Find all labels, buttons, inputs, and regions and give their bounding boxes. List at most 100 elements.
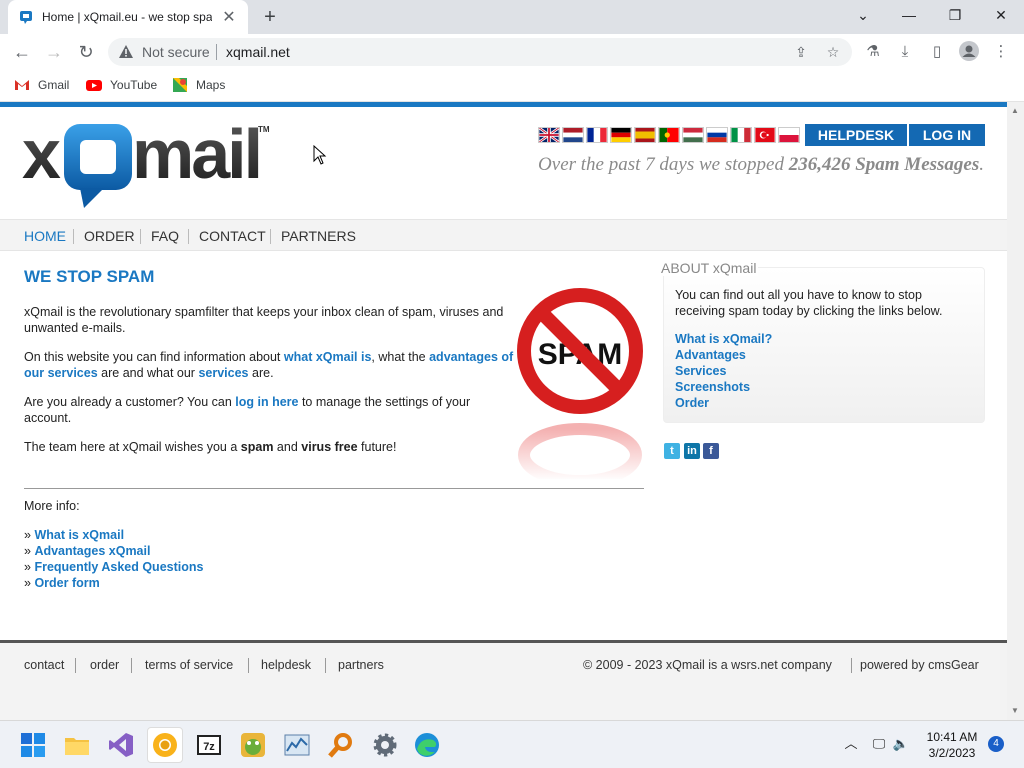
- not-secure-label[interactable]: Not secure: [142, 44, 210, 60]
- spam-stats-tagline: Over the past 7 days we stopped 236,426 …: [538, 154, 984, 176]
- nav-partners[interactable]: PARTNERS: [281, 228, 356, 244]
- labs-flask-icon[interactable]: ⚗: [862, 41, 884, 63]
- flag-spain-icon[interactable]: [634, 127, 656, 143]
- profile-avatar-icon[interactable]: [958, 41, 980, 63]
- page-scrollbar[interactable]: ▲ ▼: [1007, 102, 1024, 720]
- about-link-screenshots[interactable]: Screenshots: [675, 380, 750, 394]
- browser-tab[interactable]: Home | xQmail.eu - we stop spam ✕: [8, 0, 248, 34]
- tab-search-icon[interactable]: ⌄: [840, 0, 886, 30]
- close-tab-icon[interactable]: ✕: [220, 7, 238, 27]
- download-icon[interactable]: ⤓: [894, 41, 916, 63]
- svg-text:mail: mail: [132, 120, 260, 193]
- text: Are you already a customer? You can: [24, 395, 232, 409]
- about-link-what-is[interactable]: What is xQmail?: [675, 332, 772, 346]
- flag-turkey-icon[interactable]: [754, 127, 776, 143]
- 7zip-icon[interactable]: 7z: [195, 731, 223, 759]
- flag-portugal-icon[interactable]: [658, 127, 680, 143]
- restore-button[interactable]: ❐: [932, 0, 978, 30]
- footer-divider: [75, 658, 76, 673]
- more-link-order-form[interactable]: Order form: [34, 576, 99, 590]
- linkedin-icon[interactable]: in: [684, 443, 700, 459]
- youtube-icon: [86, 80, 102, 91]
- flag-italy-icon[interactable]: [730, 127, 752, 143]
- system-clock[interactable]: 10:41 AM 3/2/2023: [918, 729, 986, 761]
- about-link-services[interactable]: Services: [675, 364, 726, 378]
- services-link[interactable]: services: [198, 366, 248, 380]
- visual-studio-icon[interactable]: [107, 731, 135, 759]
- login-button[interactable]: LOG IN: [909, 124, 985, 146]
- flag-netherlands-icon[interactable]: [562, 127, 584, 143]
- about-text: You can find out all you have to know to…: [675, 288, 943, 318]
- flag-poland-icon[interactable]: [778, 127, 800, 143]
- bookmark-label: Maps: [196, 78, 226, 92]
- more-info-item: » Frequently Asked Questions: [24, 560, 204, 574]
- reload-icon[interactable]: ↻: [74, 40, 98, 64]
- tray-chevron-up-icon[interactable]: ︿: [842, 735, 860, 753]
- nav-home[interactable]: HOME: [24, 228, 66, 244]
- nav-order[interactable]: ORDER: [84, 228, 135, 244]
- windows-taskbar: 7z ︿ 🖵 🔈 10:41 AM 3/2/2023 4: [0, 720, 1024, 768]
- scroll-up-icon[interactable]: ▲: [1011, 106, 1019, 115]
- close-window-button[interactable]: ✕: [978, 0, 1024, 30]
- chrome-canary-icon: [153, 733, 177, 757]
- more-link-faq[interactable]: Frequently Asked Questions: [34, 560, 203, 574]
- bookmark-maps[interactable]: Maps: [172, 77, 225, 93]
- footer-divider: [131, 658, 132, 673]
- svg-text:x: x: [22, 120, 61, 193]
- footer-link-partners[interactable]: partners: [338, 658, 384, 672]
- more-info-label: More info:: [24, 499, 80, 513]
- footer-powered-by[interactable]: powered by cmsGear: [860, 658, 979, 672]
- bookmark-youtube[interactable]: YouTube: [86, 77, 157, 93]
- helpdesk-button[interactable]: HELPDESK: [805, 124, 907, 146]
- nav-contact[interactable]: CONTACT: [199, 228, 266, 244]
- text: , what the: [371, 350, 426, 364]
- side-panel-icon[interactable]: ▯: [926, 41, 948, 63]
- bookmark-gmail[interactable]: Gmail: [14, 77, 69, 93]
- address-bar[interactable]: Not secure xqmail.net ⇪ ☆: [108, 38, 852, 66]
- more-link-advantages[interactable]: Advantages xQmail: [34, 544, 150, 558]
- tab-title: Home | xQmail.eu - we stop spam: [42, 10, 212, 24]
- bookmark-label: YouTube: [110, 78, 158, 92]
- resource-monitor-icon[interactable]: [283, 731, 311, 759]
- what-is-xqmail-link[interactable]: what xQmail is: [284, 350, 372, 364]
- flag-uk-icon[interactable]: [538, 127, 560, 143]
- more-link-what-is-xqmail[interactable]: What is xQmail: [34, 528, 124, 542]
- search-magnifier-icon[interactable]: [327, 731, 355, 759]
- xqmail-logo[interactable]: x mail TM: [22, 120, 272, 212]
- warning-icon: [119, 45, 133, 58]
- forward-icon[interactable]: →: [42, 40, 66, 64]
- bookmark-star-icon[interactable]: ☆: [824, 43, 842, 61]
- footer-divider: [325, 658, 326, 673]
- login-here-link[interactable]: log in here: [235, 395, 298, 409]
- chrome-taskbar-item[interactable]: [147, 727, 183, 763]
- notification-badge[interactable]: 4: [988, 736, 1004, 752]
- network-icon[interactable]: 🖵: [870, 735, 888, 753]
- back-icon[interactable]: ←: [10, 40, 34, 64]
- flag-hungary-icon[interactable]: [682, 127, 704, 143]
- about-link-order[interactable]: Order: [675, 396, 709, 410]
- share-icon[interactable]: ⇪: [792, 43, 810, 61]
- twitter-icon[interactable]: t: [664, 443, 680, 459]
- nav-faq[interactable]: FAQ: [151, 228, 179, 244]
- flag-france-icon[interactable]: [586, 127, 608, 143]
- footer-link-contact[interactable]: contact: [24, 658, 64, 672]
- clock-date: 3/2/2023: [928, 746, 976, 760]
- scroll-down-icon[interactable]: ▼: [1011, 706, 1019, 715]
- file-explorer-icon[interactable]: [63, 731, 91, 759]
- flag-russia-icon[interactable]: [706, 127, 728, 143]
- footer-link-helpdesk[interactable]: helpdesk: [261, 658, 311, 672]
- game-frog-icon[interactable]: [239, 731, 267, 759]
- footer-link-order[interactable]: order: [90, 658, 119, 672]
- facebook-icon[interactable]: f: [703, 443, 719, 459]
- about-link-advantages[interactable]: Advantages: [675, 348, 746, 362]
- flag-germany-icon[interactable]: [610, 127, 632, 143]
- settings-gear-icon[interactable]: [371, 731, 399, 759]
- edge-taskbar-item[interactable]: [409, 727, 445, 763]
- windows-start-icon[interactable]: [19, 731, 47, 759]
- footer-link-terms[interactable]: terms of service: [145, 658, 233, 672]
- url-text[interactable]: xqmail.net: [226, 44, 290, 60]
- menu-kebab-icon[interactable]: ⋮: [990, 41, 1012, 63]
- new-tab-button[interactable]: +: [258, 6, 282, 28]
- minimize-button[interactable]: —: [886, 0, 932, 30]
- volume-icon[interactable]: 🔈: [892, 735, 910, 753]
